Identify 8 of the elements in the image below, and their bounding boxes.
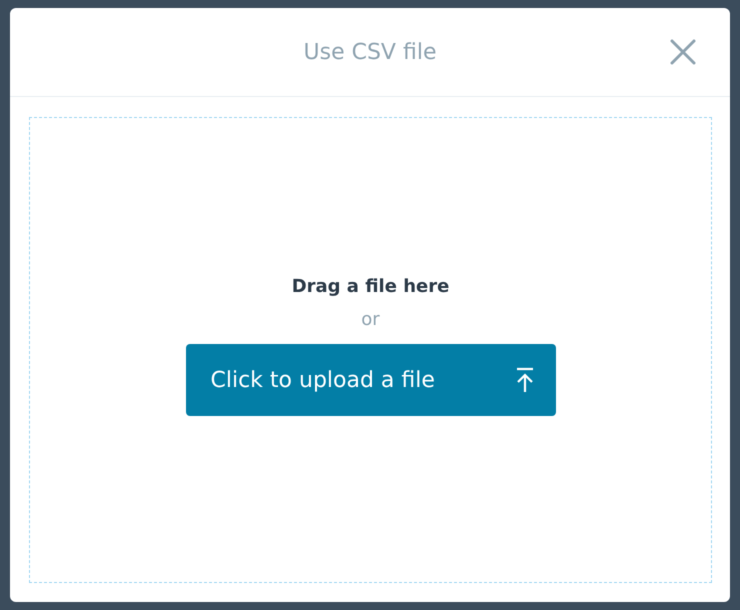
upload-button[interactable]: Click to upload a file	[186, 344, 556, 416]
separator-text: or	[361, 309, 380, 330]
close-button[interactable]	[670, 39, 696, 65]
close-icon	[670, 39, 696, 65]
drop-zone[interactable]: Drag a file here or Click to upload a file	[29, 117, 712, 583]
drop-prompt: Drag a file here	[292, 276, 450, 297]
dialog-title: Use CSV file	[304, 40, 436, 64]
upload-icon	[516, 367, 534, 393]
